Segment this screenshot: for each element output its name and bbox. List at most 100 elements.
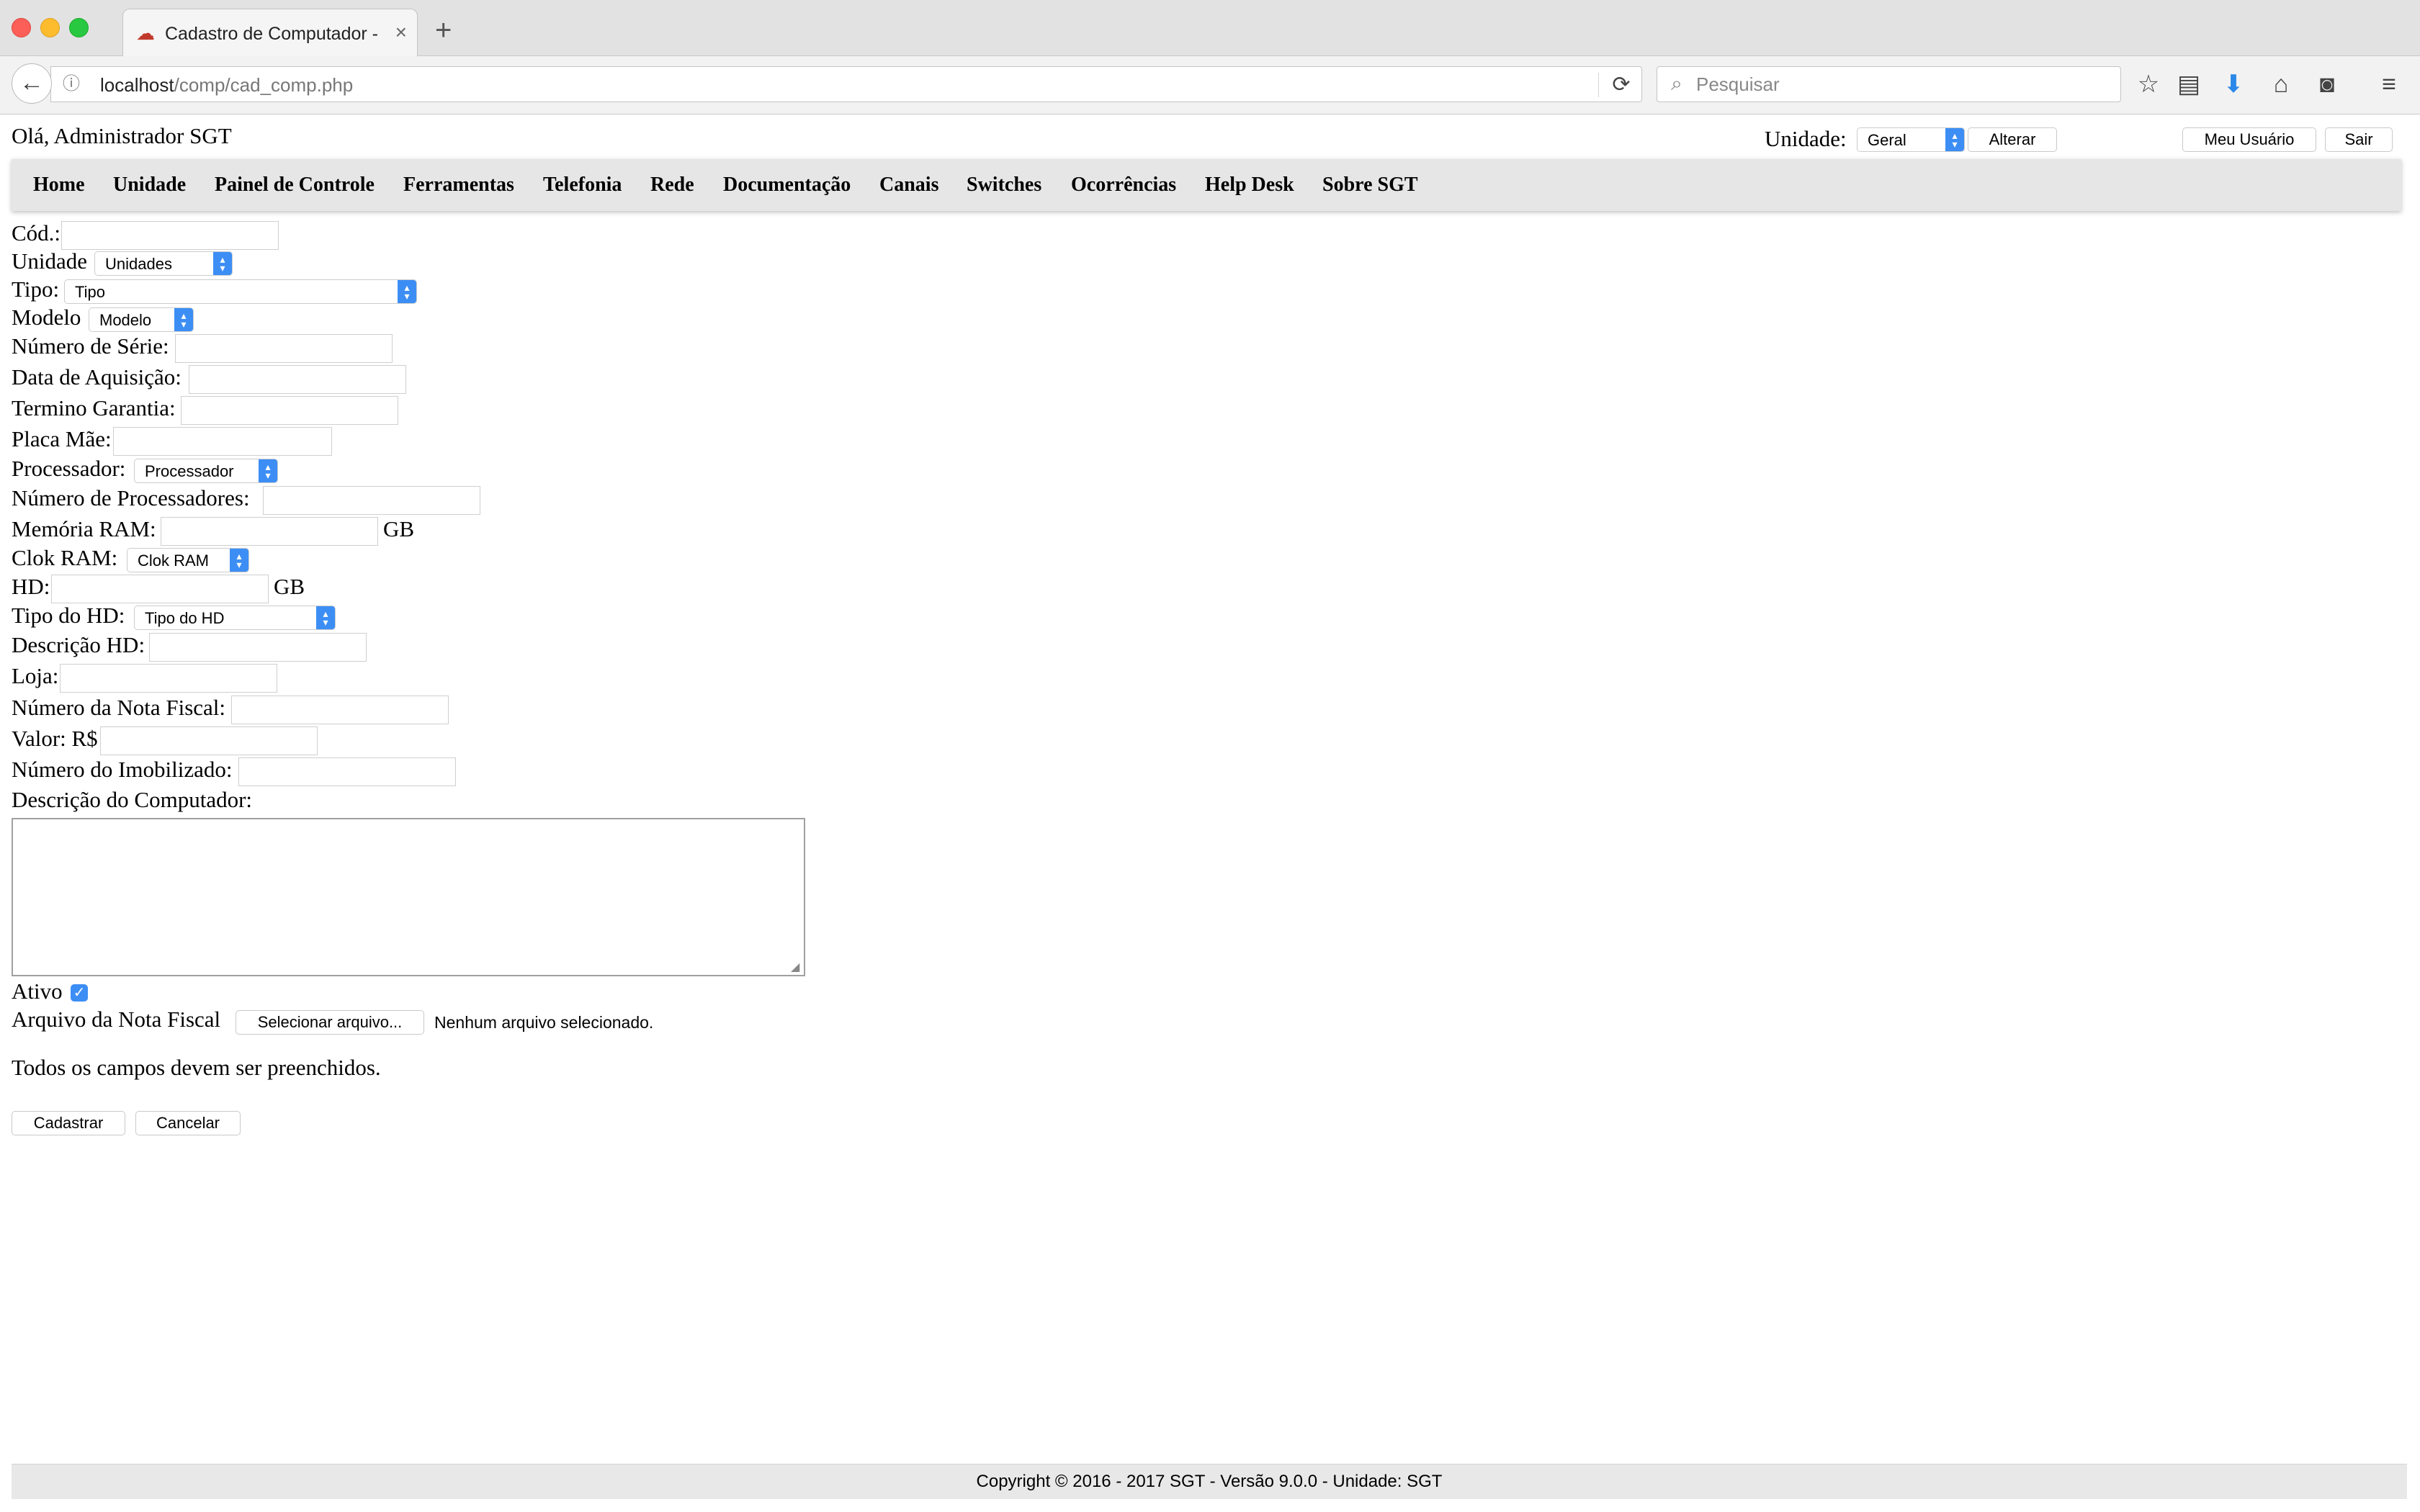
memoria-ram-label: Memória RAM: (12, 516, 156, 541)
menu-ocorrencias[interactable]: Ocorrências (1071, 173, 1176, 197)
back-button[interactable]: ← (12, 63, 52, 104)
termino-garantia-label: Termino Garantia: (12, 395, 176, 420)
bookmark-star-icon[interactable]: ☆ (2130, 66, 2166, 102)
page-content: Olá, Administrador SGT Unidade: Geral ▴ ▾… (0, 114, 2420, 1512)
select-arrows-icon: ▴ ▾ (230, 549, 248, 572)
select-arrows-icon: ▴ ▾ (213, 252, 232, 275)
descricao-hd-input[interactable] (149, 633, 367, 662)
resize-grip-icon[interactable]: ◢ (791, 962, 802, 973)
hamburger-menu-icon[interactable]: ≡ (2371, 66, 2407, 102)
select-arrows-icon: ▴ ▾ (316, 606, 335, 629)
tipo-hd-select[interactable]: Tipo do HD ▴ ▾ (134, 606, 336, 630)
menu-rede[interactable]: Rede (650, 173, 694, 197)
my-user-button[interactable]: Meu Usuário (2182, 127, 2316, 152)
select-arrows-icon: ▴ ▾ (1945, 128, 1964, 151)
tipo-hd-select-value: Tipo do HD (145, 609, 225, 627)
memoria-ram-unit: GB (383, 516, 415, 541)
close-window-button[interactable] (12, 18, 31, 37)
clok-ram-select[interactable]: Clok RAM ▴ ▾ (127, 548, 249, 572)
minimize-window-button[interactable] (40, 18, 60, 37)
hd-input[interactable] (51, 575, 269, 603)
reading-list-icon[interactable]: ▤ (2171, 66, 2207, 102)
descricao-hd-label: Descrição HD: (12, 632, 145, 657)
browser-tab[interactable]: ☁ Cadastro de Computador - SGT × (122, 9, 418, 56)
menu-home[interactable]: Home (33, 173, 85, 197)
cancel-button[interactable]: Cancelar (135, 1111, 241, 1135)
nota-fiscal-label: Número da Nota Fiscal: (12, 695, 226, 720)
unit-label: Unidade: (1765, 126, 1847, 151)
ativo-checkbox[interactable]: ✓ (71, 984, 88, 1002)
imobilizado-input[interactable] (238, 757, 456, 786)
select-file-button[interactable]: Selecionar arquivo... (236, 1010, 424, 1035)
numero-serie-input[interactable] (175, 334, 393, 363)
clok-ram-label: Clok RAM: (12, 545, 118, 570)
menu-canais[interactable]: Canais (879, 173, 938, 197)
zoom-window-button[interactable] (69, 18, 89, 37)
num-processadores-label: Número de Processadores: (12, 485, 250, 510)
tab-close-icon[interactable]: × (395, 21, 407, 44)
browser-toolbar: ⓘ localhost/comp/cad_comp.php ⟳ ← ⌕ ☆ ▤ … (0, 56, 2420, 114)
valor-input[interactable] (100, 726, 318, 755)
descricao-computador-textarea[interactable] (12, 818, 805, 976)
favicon-icon: ☁ (136, 22, 155, 44)
num-processadores-input[interactable] (263, 486, 480, 515)
no-file-text: Nenhum arquivo selecionado. (434, 1013, 654, 1032)
search-bar[interactable]: ⌕ (1657, 66, 2121, 102)
select-arrows-icon: ▴ ▾ (398, 280, 416, 303)
cod-label: Cód.: (12, 220, 61, 246)
menu-switches[interactable]: Switches (967, 173, 1041, 197)
menu-documentacao[interactable]: Documentação (723, 173, 851, 197)
data-aquisicao-label: Data de Aquisição: (12, 364, 182, 390)
termino-garantia-input[interactable] (181, 396, 398, 425)
cod-input[interactable] (61, 221, 279, 250)
greeting-text: Olá, Administrador SGT (12, 123, 232, 148)
tipo-label: Tipo: (12, 276, 60, 302)
loja-input[interactable] (60, 664, 277, 693)
reload-icon[interactable]: ⟳ (1608, 73, 1634, 97)
processador-label: Processador: (12, 456, 126, 481)
imobilizado-label: Número do Imobilizado: (12, 757, 233, 782)
submit-button[interactable]: Cadastrar (12, 1111, 125, 1135)
data-aquisicao-input[interactable] (189, 365, 406, 394)
unidade-select[interactable]: Unidades ▴ ▾ (94, 251, 233, 276)
menu-sobre[interactable]: Sobre SGT (1322, 173, 1418, 197)
memoria-ram-input[interactable] (161, 517, 378, 546)
home-icon[interactable]: ⌂ (2263, 66, 2299, 102)
numero-serie-label: Número de Série: (12, 333, 169, 359)
menu-painel[interactable]: Painel de Controle (215, 173, 375, 197)
unit-select-value: Geral (1868, 131, 1906, 149)
valor-label: Valor: R$ (12, 726, 98, 751)
tipo-hd-label: Tipo do HD: (12, 603, 125, 628)
search-icon: ⌕ (1671, 72, 1682, 94)
main-menu: Home Unidade Painel de Controle Ferramen… (12, 159, 2401, 211)
menu-telefonia[interactable]: Telefonia (543, 173, 622, 197)
change-unit-button[interactable]: Alterar (1968, 127, 2057, 152)
unidade-select-value: Unidades (105, 255, 172, 273)
address-bar[interactable]: ⓘ localhost/comp/cad_comp.php ⟳ (50, 66, 1642, 102)
pocket-icon[interactable]: ◙ (2309, 66, 2345, 102)
search-input[interactable] (1695, 71, 2101, 97)
tipo-select[interactable]: Tipo ▴ ▾ (64, 279, 417, 304)
browser-tabbar: ☁ Cadastro de Computador - SGT × + (0, 0, 2420, 56)
menu-ferramentas[interactable]: Ferramentas (403, 173, 514, 197)
modelo-select[interactable]: Modelo ▴ ▾ (89, 307, 194, 332)
placa-mae-input[interactable] (113, 427, 332, 456)
clok-ram-select-value: Clok RAM (138, 552, 210, 570)
required-notice: Todos os campos devem ser preenchidos. (12, 1055, 381, 1080)
menu-unidade[interactable]: Unidade (113, 173, 186, 197)
descricao-computador-label: Descrição do Computador: (12, 787, 253, 812)
unit-select[interactable]: Geral ▴ ▾ (1857, 127, 1965, 152)
url-separator (1598, 73, 1599, 97)
loja-label: Loja: (12, 663, 59, 688)
url-text[interactable]: localhost/comp/cad_comp.php (100, 74, 353, 96)
logout-button[interactable]: Sair (2325, 127, 2393, 152)
downloads-icon[interactable]: ⬇ (2215, 66, 2251, 102)
select-arrows-icon: ▴ ▾ (259, 459, 277, 482)
nota-fiscal-input[interactable] (231, 696, 449, 724)
menu-helpdesk[interactable]: Help Desk (1205, 173, 1294, 197)
processador-select[interactable]: Processador ▴ ▾ (134, 459, 278, 483)
placa-mae-label: Placa Mãe: (12, 426, 112, 451)
site-info-icon[interactable]: ⓘ (61, 74, 81, 94)
hd-label: HD: (12, 574, 50, 599)
new-tab-button[interactable]: + (435, 16, 452, 45)
